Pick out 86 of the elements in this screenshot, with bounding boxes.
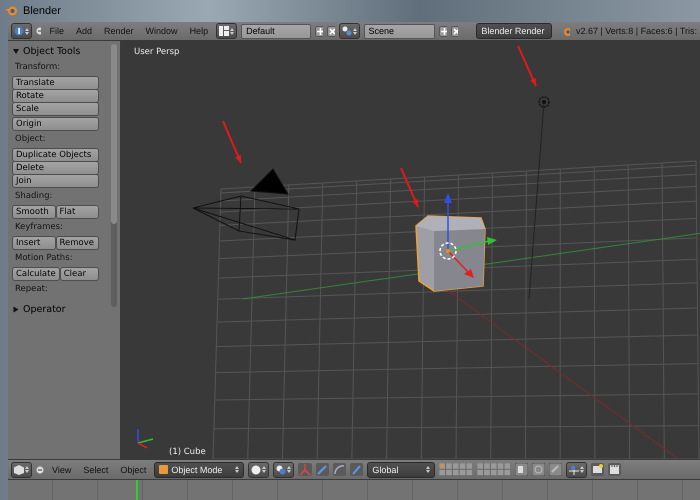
cube-icon [159, 465, 168, 474]
add-icon[interactable] [439, 26, 447, 36]
snap-target-dropdown[interactable] [566, 462, 588, 478]
editor-type-button[interactable] [11, 462, 32, 478]
up-down-arrows-icon [235, 465, 240, 474]
window-panes-icon [219, 26, 230, 36]
tool-button[interactable]: Origin [12, 117, 99, 131]
menu-item[interactable]: Help [186, 26, 212, 36]
section-label: Shading: [15, 191, 54, 201]
screen-layout-field[interactable]: Default [241, 24, 312, 38]
tool-button[interactable]: Translate [12, 76, 99, 90]
rotate-icon[interactable] [333, 463, 346, 476]
scene-button[interactable] [338, 23, 360, 39]
collapse-menu-icon[interactable] [36, 27, 42, 35]
section-label: Transform: [15, 62, 62, 72]
snap-icon[interactable] [549, 463, 562, 476]
blender-logo-icon [6, 5, 18, 17]
view-name: User Persp [134, 47, 180, 57]
tool-button[interactable]: Duplicate Objects [12, 148, 99, 162]
editor-type-button[interactable] [11, 23, 32, 39]
tool-button[interactable]: Scale [12, 102, 99, 116]
proportional-edit-icon[interactable] [532, 463, 546, 476]
tool-button[interactable]: Remove [56, 236, 99, 250]
cube-icon [14, 464, 24, 474]
current-frame-marker [136, 480, 138, 500]
render-icon[interactable] [591, 463, 604, 476]
orientation-dropdown[interactable]: Global [367, 462, 436, 478]
sphere-icon [251, 464, 262, 474]
annotation-arrow [517, 46, 537, 86]
up-down-arrows-icon [426, 465, 430, 474]
manipulator-toggle-icon[interactable] [298, 463, 312, 476]
tool-button[interactable]: Rotate [12, 89, 99, 103]
section-label: Object: [15, 134, 47, 144]
blender-logo-icon [562, 26, 570, 36]
active-object-name: (1) Cube [169, 447, 206, 457]
up-down-arrows-icon [352, 26, 357, 36]
screen-layout-button[interactable] [216, 23, 238, 39]
scene-statistics: v2.67 | Verts:8 | Faces:6 | Tris: [576, 26, 697, 36]
scrollbar-thumb[interactable] [111, 44, 117, 224]
panel-header[interactable]: Operator [11, 302, 120, 316]
up-down-arrows-icon [230, 26, 234, 36]
section-label: Repeat: [15, 284, 49, 294]
tool-button[interactable]: Calculate [12, 267, 60, 281]
collapse-menu-icon[interactable] [36, 466, 44, 474]
menu-item[interactable]: File [45, 26, 68, 36]
menu-item[interactable]: Select [79, 464, 112, 474]
section-label: Motion Paths: [15, 253, 74, 263]
section-label: Keyframes: [15, 222, 64, 232]
tool-button[interactable]: Flat [56, 205, 99, 219]
circles-icon [342, 26, 352, 36]
3d-viewport[interactable]: User Persp (1) Cube [121, 41, 700, 459]
pivot-dropdown[interactable] [273, 462, 294, 478]
panel-header[interactable]: Object Tools [11, 44, 120, 58]
tool-button[interactable]: Clear [60, 267, 99, 281]
menu-item[interactable]: Object [116, 464, 150, 474]
close-icon[interactable] [450, 26, 458, 36]
shading-dropdown[interactable] [248, 462, 270, 478]
menu-item[interactable]: Render [100, 26, 138, 36]
menu-item[interactable]: View [48, 464, 76, 474]
close-icon[interactable] [327, 26, 335, 36]
expand-triangle-icon [14, 306, 18, 312]
render-engine-dropdown[interactable]: Blender Render [476, 23, 552, 39]
render-animation-icon[interactable] [608, 463, 622, 476]
window-title: Blender [23, 5, 61, 17]
tool-button[interactable]: Delete [12, 161, 99, 175]
up-down-arrows-icon [580, 465, 584, 474]
up-down-arrows-icon [262, 465, 266, 474]
axis-orientation-icon [137, 429, 154, 449]
crosshair-icon [569, 464, 580, 474]
lock-layers-icon[interactable] [515, 463, 528, 476]
up-down-arrows-icon [25, 26, 29, 36]
expand-triangle-icon [13, 48, 19, 54]
scene-field[interactable]: Scene [364, 24, 436, 38]
add-icon[interactable] [315, 26, 323, 36]
annotation-arrow [400, 168, 419, 208]
circles-icon [276, 464, 286, 474]
tool-button[interactable]: Insert [12, 236, 56, 250]
annotation-arrow [222, 120, 242, 164]
info-icon [14, 26, 24, 36]
up-down-arrows-icon [287, 465, 292, 474]
tool-button[interactable]: Join [12, 174, 99, 188]
menu-item[interactable]: Add [72, 26, 96, 36]
menu-item[interactable]: Window [142, 26, 182, 36]
up-down-arrows-icon [25, 465, 29, 474]
mode-dropdown[interactable]: Object Mode [154, 462, 244, 478]
tool-button[interactable]: Smooth [12, 205, 56, 219]
